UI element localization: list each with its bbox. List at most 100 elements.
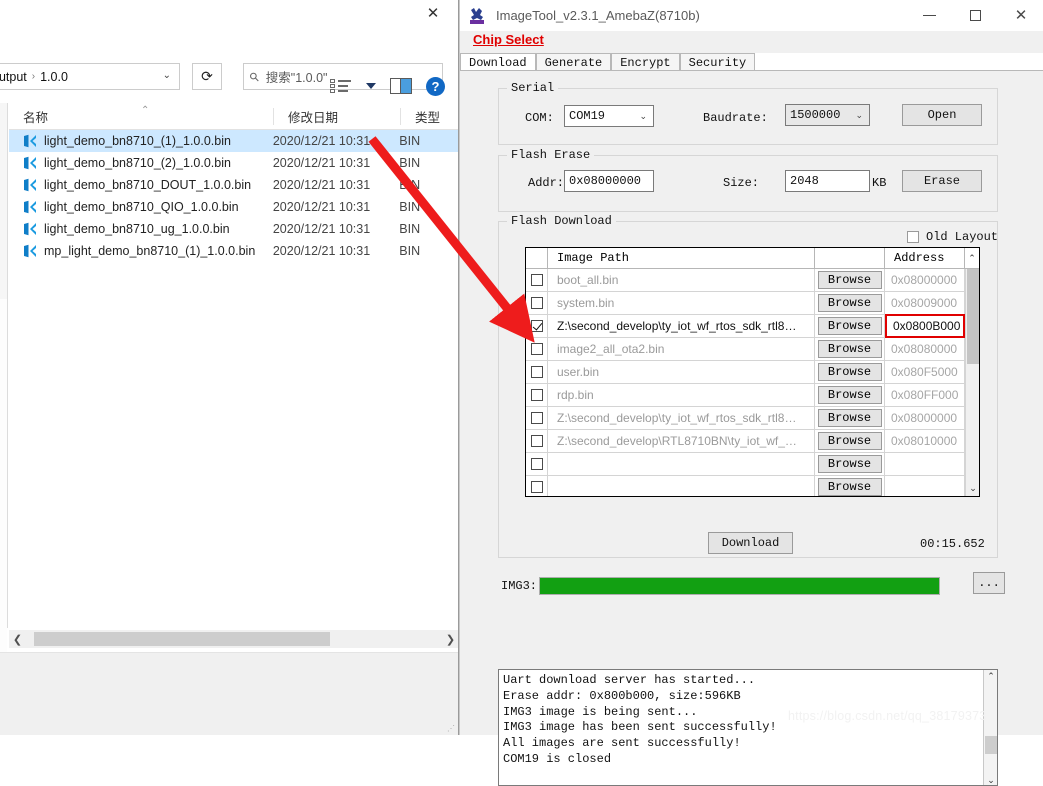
checkbox-box[interactable] [530, 458, 543, 470]
scroll-right-icon[interactable]: ❯ [442, 633, 458, 646]
table-row[interactable]: image2_all_ota2.bin Browse 0x08080000 [526, 338, 979, 361]
column-header-name[interactable]: ⌃ 名称 [9, 103, 274, 130]
browse-button[interactable]: Browse [817, 409, 882, 427]
row-checkbox[interactable] [526, 384, 548, 406]
scroll-left-icon[interactable]: ❮ [9, 633, 26, 646]
preview-pane-icon[interactable] [390, 78, 412, 94]
row-checkbox[interactable] [526, 338, 548, 360]
file-list-item[interactable]: light_demo_bn8710_ug_1.0.0.bin 2020/12/21… [9, 218, 458, 240]
address-cell[interactable]: 0x08000000 [885, 407, 965, 429]
minimize-icon[interactable] [906, 0, 952, 30]
file-list-item[interactable]: light_demo_bn8710_(2)_1.0.0.bin 2020/12/2… [9, 152, 458, 174]
scroll-down-icon[interactable]: ⌄ [966, 483, 979, 494]
table-row[interactable]: Z:\second_develop\ty_iot_wf_rtos_sdk_rtl… [526, 314, 979, 338]
image-path-cell[interactable]: user.bin [548, 361, 815, 383]
checkbox-box[interactable] [530, 274, 543, 286]
tab-generate[interactable]: Generate [535, 53, 612, 71]
chip-select-menu[interactable]: Chip Select [473, 32, 544, 47]
browse-button[interactable]: Browse [817, 455, 882, 473]
browse-button[interactable]: Browse [817, 340, 882, 358]
browse-button[interactable]: Browse [817, 432, 882, 450]
row-checkbox[interactable] [526, 453, 548, 475]
checkbox-box[interactable] [530, 389, 543, 401]
maximize-icon[interactable] [952, 0, 998, 30]
table-vertical-scrollbar[interactable]: ⌄ [965, 269, 979, 496]
table-row[interactable]: system.bin Browse 0x08009000 [526, 292, 979, 315]
tab-security[interactable]: Security [679, 53, 756, 71]
image-path-cell[interactable]: system.bin [548, 292, 815, 314]
image-path-cell[interactable]: boot_all.bin [548, 269, 815, 291]
image-path-cell[interactable] [548, 453, 815, 475]
table-row[interactable]: user.bin Browse 0x080F5000 [526, 361, 979, 384]
row-checkbox[interactable] [526, 476, 548, 496]
row-checkbox[interactable] [526, 315, 548, 337]
address-cell[interactable]: 0x08080000 [885, 338, 965, 360]
log-console[interactable]: Uart download server has started... Erase… [498, 669, 998, 786]
tab-encrypt[interactable]: Encrypt [611, 53, 680, 71]
scroll-up-icon[interactable]: ⌃ [984, 671, 997, 682]
image-path-cell[interactable]: Z:\second_develop\ty_iot_wf_rtos_sdk_rtl… [548, 407, 815, 429]
checkbox-box[interactable] [530, 343, 543, 355]
checkbox-box[interactable] [530, 297, 543, 309]
address-cell[interactable] [885, 476, 965, 496]
browse-button[interactable]: Browse [817, 294, 882, 312]
com-port-select[interactable]: COM19 ⌄ [564, 105, 654, 127]
table-row[interactable]: Z:\second_develop\ty_iot_wf_rtos_sdk_rtl… [526, 407, 979, 430]
erase-button[interactable]: Erase [902, 170, 982, 192]
file-list[interactable]: light_demo_bn8710_(1)_1.0.0.bin 2020/12/2… [9, 130, 458, 628]
image-path-cell[interactable]: Z:\second_develop\RTL8710BN\ty_iot_wf_… [548, 430, 815, 452]
image-path-cell[interactable]: image2_all_ota2.bin [548, 338, 815, 360]
open-port-button[interactable]: Open [902, 104, 982, 126]
scrollbar-thumb[interactable] [34, 632, 330, 646]
chevron-down-icon[interactable]: ⌄ [855, 110, 869, 121]
address-cell[interactable]: 0x080FF000 [885, 384, 965, 406]
image-table[interactable]: Image Path Address ⌃ boot_all.bin Browse 0… [525, 247, 980, 497]
chevron-down-icon[interactable]: ⌄ [639, 111, 653, 122]
browse-button[interactable]: Browse [817, 363, 882, 381]
browse-button[interactable]: Browse [817, 386, 882, 404]
download-button[interactable]: Download [708, 532, 793, 554]
help-icon[interactable]: ? [426, 76, 445, 96]
file-list-item[interactable]: mp_light_demo_bn8710_(1)_1.0.0.bin 2020/1… [9, 240, 458, 262]
browse-button[interactable]: Browse [817, 478, 882, 496]
checkbox-box[interactable] [530, 481, 543, 493]
address-cell[interactable]: 0x08010000 [885, 430, 965, 452]
address-cell[interactable]: 0x080F5000 [885, 361, 965, 383]
row-checkbox[interactable] [526, 269, 548, 291]
checkbox-box[interactable] [530, 435, 543, 447]
column-header-date[interactable]: 修改日期 [274, 103, 401, 130]
scroll-up-icon[interactable]: ⌃ [965, 248, 979, 268]
close-icon[interactable]: ✕ [416, 1, 450, 25]
chevron-down-icon[interactable] [366, 83, 376, 89]
table-row[interactable]: Z:\second_develop\RTL8710BN\ty_iot_wf_… B… [526, 430, 979, 453]
scrollbar-thumb[interactable] [967, 269, 979, 364]
table-row[interactable]: rdp.bin Browse 0x080FF000 [526, 384, 979, 407]
row-checkbox[interactable] [526, 361, 548, 383]
more-options-button[interactable]: ... [973, 572, 1005, 594]
image-path-cell[interactable]: Z:\second_develop\ty_iot_wf_rtos_sdk_rtl… [548, 315, 815, 337]
address-cell[interactable]: 0x08000000 [885, 269, 965, 291]
checkbox-box[interactable] [530, 366, 543, 378]
resize-grip-icon[interactable]: ⋰ [447, 724, 456, 733]
browse-button[interactable]: Browse [817, 271, 882, 289]
erase-size-input[interactable]: 2048 [785, 170, 870, 192]
tab-download[interactable]: Download [460, 53, 536, 71]
table-row[interactable]: Browse [526, 476, 979, 496]
scrollbar-thumb[interactable] [985, 736, 997, 754]
address-cell[interactable]: 0x08009000 [885, 292, 965, 314]
close-icon[interactable]: ✕ [998, 0, 1043, 30]
row-checkbox[interactable] [526, 407, 548, 429]
baudrate-select[interactable]: 1500000 ⌄ [785, 104, 870, 126]
address-cell[interactable] [885, 453, 965, 475]
image-path-cell[interactable] [548, 476, 815, 496]
address-cell[interactable]: 0x0800B000 [885, 314, 965, 338]
erase-addr-input[interactable]: 0x08000000 [564, 170, 654, 192]
table-row[interactable]: Browse [526, 453, 979, 476]
console-scrollbar[interactable]: ⌃ ⌄ [983, 670, 997, 785]
checkbox-box[interactable] [530, 320, 543, 332]
table-row[interactable]: boot_all.bin Browse 0x08000000 [526, 269, 979, 292]
file-list-item[interactable]: light_demo_bn8710_(1)_1.0.0.bin 2020/12/2… [9, 130, 458, 152]
horizontal-scrollbar[interactable]: ❮ ❯ [9, 630, 458, 648]
browse-button[interactable]: Browse [817, 317, 882, 335]
scroll-down-icon[interactable]: ⌄ [984, 775, 997, 785]
